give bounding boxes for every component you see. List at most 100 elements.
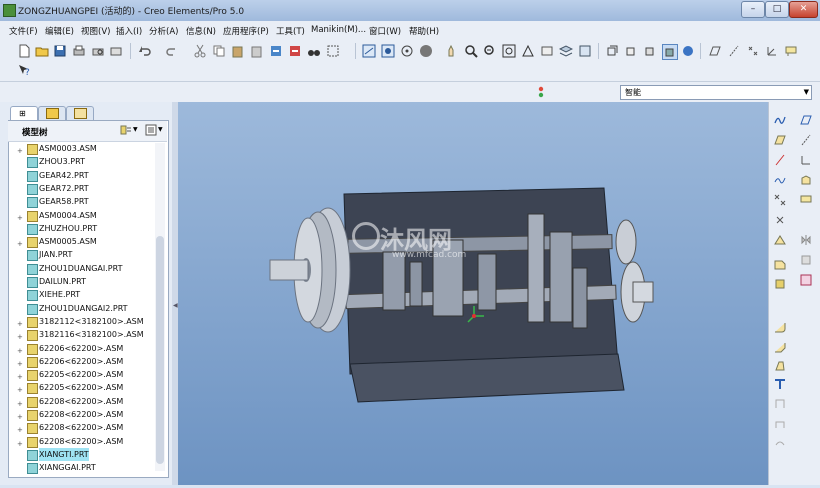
annotation-icon[interactable] xyxy=(800,194,812,206)
show-dropdown-icon[interactable]: ▼ xyxy=(158,126,163,133)
menu-insert[interactable]: 插入(I) xyxy=(116,25,142,37)
print-preview-icon[interactable] xyxy=(91,44,105,58)
collapse-arrow-icon[interactable]: ◀ xyxy=(173,302,178,309)
plane-icon[interactable] xyxy=(774,134,786,146)
copy-icon[interactable] xyxy=(212,44,226,58)
expand-toggle-icon[interactable]: + xyxy=(17,358,23,371)
round-icon[interactable] xyxy=(774,322,786,334)
refit-view-icon[interactable] xyxy=(362,44,376,58)
merge-icon[interactable] xyxy=(800,254,812,266)
zoom-out-icon[interactable] xyxy=(483,44,497,58)
cut-icon[interactable] xyxy=(193,44,207,58)
menu-info[interactable]: 信息(N) xyxy=(186,25,216,37)
graphics-window[interactable]: 沐风网 www.mfcad.com xyxy=(178,102,768,485)
csys-icon[interactable] xyxy=(800,154,812,166)
expand-toggle-icon[interactable]: + xyxy=(17,398,23,411)
pan-hand-icon[interactable] xyxy=(445,44,459,58)
datum-axis-icon[interactable] xyxy=(800,134,812,146)
pattern-icon[interactable] xyxy=(774,418,786,430)
view-manager-icon[interactable] xyxy=(578,44,592,58)
menu-view[interactable]: 视图(V) xyxy=(81,25,110,37)
expand-toggle-icon[interactable]: + xyxy=(17,331,23,344)
regen-manager-icon[interactable] xyxy=(288,44,302,58)
menu-tools[interactable]: 工具(T) xyxy=(276,25,305,37)
csys-display-icon[interactable] xyxy=(765,44,779,58)
expand-toggle-icon[interactable]: + xyxy=(17,438,23,451)
enhanced-realism-icon[interactable] xyxy=(681,44,695,58)
undo-icon[interactable] xyxy=(138,44,152,58)
draft-icon[interactable] xyxy=(774,360,786,372)
shading-icon[interactable] xyxy=(662,44,678,60)
new-file-icon[interactable] xyxy=(17,44,31,58)
context-help-icon[interactable]: ? xyxy=(17,63,31,77)
minimize-button[interactable]: – xyxy=(741,1,765,18)
redo-icon[interactable] xyxy=(165,44,179,58)
tab-model-tree[interactable]: ⊞ xyxy=(10,106,38,121)
hole-icon[interactable] xyxy=(774,436,786,448)
datum-plane-icon[interactable] xyxy=(800,114,812,126)
find-icon[interactable] xyxy=(307,44,321,58)
settings-dropdown-icon[interactable]: ▼ xyxy=(133,126,138,133)
menu-manikin[interactable]: Manikin(M)... xyxy=(311,25,366,35)
select-box-icon[interactable] xyxy=(326,44,340,58)
expand-toggle-icon[interactable]: + xyxy=(17,318,23,331)
datum-plane-display-icon[interactable] xyxy=(708,44,722,58)
tab-folder-browser[interactable] xyxy=(38,106,66,121)
expand-toggle-icon[interactable]: + xyxy=(17,371,23,384)
selection-filter-dropdown[interactable]: 智能 ▼ xyxy=(620,85,812,100)
settings-icon[interactable] xyxy=(120,124,132,136)
expand-toggle-icon[interactable]: + xyxy=(17,384,23,397)
menu-analysis[interactable]: 分析(A) xyxy=(149,25,178,37)
paste-icon[interactable] xyxy=(231,44,245,58)
datum-point-display-icon[interactable] xyxy=(746,44,760,58)
menu-window[interactable]: 窗口(W) xyxy=(369,25,401,37)
open-folder-icon[interactable] xyxy=(35,44,49,58)
datum-point-icon[interactable] xyxy=(774,194,786,206)
close-button[interactable]: ✕ xyxy=(789,1,818,18)
zoom-in-icon[interactable] xyxy=(464,44,478,58)
datum-axis-display-icon[interactable] xyxy=(727,44,741,58)
save-icon[interactable] xyxy=(53,44,67,58)
no-hidden-icon[interactable] xyxy=(643,44,657,58)
tab-favorites[interactable] xyxy=(66,106,94,121)
reorient-icon[interactable] xyxy=(521,44,535,58)
curve-icon[interactable] xyxy=(774,174,786,186)
sketch-icon[interactable] xyxy=(774,114,786,126)
expand-toggle-icon[interactable]: + xyxy=(17,424,23,437)
menu-applications[interactable]: 应用程序(P) xyxy=(223,25,269,37)
component-create-icon[interactable] xyxy=(774,258,786,270)
annotation-display-icon[interactable] xyxy=(784,44,798,58)
spin-center-icon[interactable] xyxy=(381,44,395,58)
analysis-feature-icon[interactable] xyxy=(774,234,786,246)
axis-icon[interactable] xyxy=(774,154,786,166)
assemble-icon[interactable] xyxy=(774,278,786,290)
rib-icon[interactable] xyxy=(774,378,786,390)
shell-icon[interactable] xyxy=(774,398,786,410)
maximize-button[interactable]: □ xyxy=(765,1,789,18)
menu-edit[interactable]: 编辑(E) xyxy=(45,25,74,37)
shading-sphere-icon[interactable] xyxy=(419,44,433,58)
show-icon[interactable] xyxy=(145,124,157,136)
orient-icon[interactable] xyxy=(400,44,414,58)
paste-special-icon[interactable] xyxy=(250,44,264,58)
layers-icon[interactable] xyxy=(559,44,573,58)
expand-toggle-icon[interactable]: + xyxy=(17,212,23,225)
extrude-icon[interactable] xyxy=(800,174,812,186)
point-offset-icon[interactable] xyxy=(774,214,786,226)
menu-help[interactable]: 帮助(H) xyxy=(409,25,439,37)
expand-toggle-icon[interactable]: + xyxy=(17,411,23,424)
tree-scrollbar-thumb[interactable] xyxy=(156,236,164,464)
expand-toggle-icon[interactable]: + xyxy=(17,145,23,158)
expand-toggle-icon[interactable]: + xyxy=(17,238,23,251)
print-icon[interactable] xyxy=(72,44,86,58)
wireframe-icon[interactable] xyxy=(605,44,619,58)
hidden-line-icon[interactable] xyxy=(624,44,638,58)
regenerate-icon[interactable] xyxy=(269,44,283,58)
saved-views-icon[interactable] xyxy=(540,44,554,58)
refit-icon[interactable] xyxy=(502,44,516,58)
chamfer-icon[interactable] xyxy=(774,342,786,354)
expand-toggle-icon[interactable]: + xyxy=(17,345,23,358)
email-icon[interactable] xyxy=(109,44,123,58)
menu-file[interactable]: 文件(F) xyxy=(9,25,38,37)
mirror-icon[interactable] xyxy=(800,234,812,246)
